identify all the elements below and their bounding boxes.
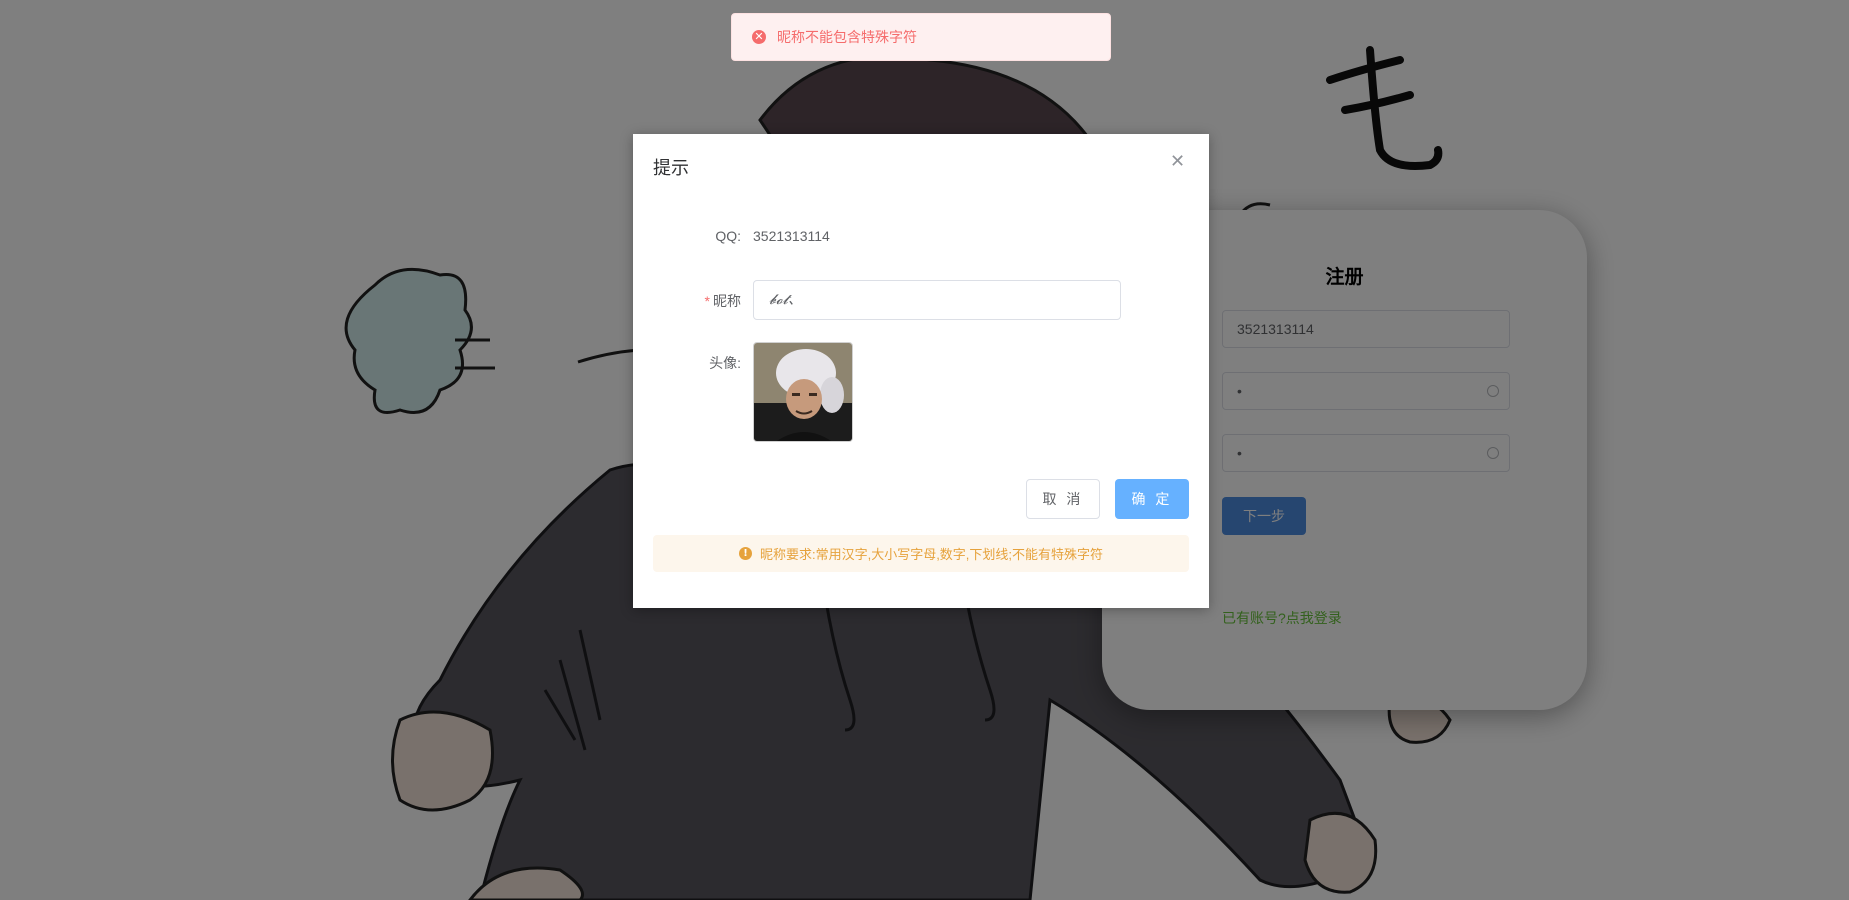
qq-value: 3521313114	[753, 228, 830, 244]
error-circle-icon: ✕	[752, 30, 766, 44]
dialog-title: 提示	[653, 158, 689, 178]
close-icon[interactable]: ✕	[1170, 151, 1185, 172]
cancel-button[interactable]: 取 消	[1026, 479, 1100, 519]
nickname-label: 昵称	[713, 293, 741, 309]
required-asterisk: *	[704, 293, 710, 309]
profile-dialog: 提示 ✕ QQ: 3521313114 * 昵称 𝓫𝓸𝓽、 头像: 取 消 确 定…	[633, 134, 1209, 608]
error-message-toast: ✕ 昵称不能包含特殊字符	[731, 13, 1111, 61]
avatar-image[interactable]	[753, 342, 853, 442]
nickname-input[interactable]: 𝓫𝓸𝓽、	[753, 280, 1121, 320]
warning-circle-icon: !	[738, 547, 752, 560]
avatar-label: 头像:	[709, 355, 741, 371]
error-message-text: 昵称不能包含特殊字符	[777, 29, 917, 45]
nickname-hint-alert: ! 昵称要求:常用汉字,大小写字母,数字,下划线;不能有特殊字符	[653, 535, 1189, 572]
qq-label: QQ:	[715, 228, 741, 244]
confirm-button[interactable]: 确 定	[1115, 479, 1189, 519]
nickname-hint-text: 昵称要求:常用汉字,大小写字母,数字,下划线;不能有特殊字符	[759, 547, 1104, 562]
nickname-label-row: * 昵称	[633, 291, 741, 311]
